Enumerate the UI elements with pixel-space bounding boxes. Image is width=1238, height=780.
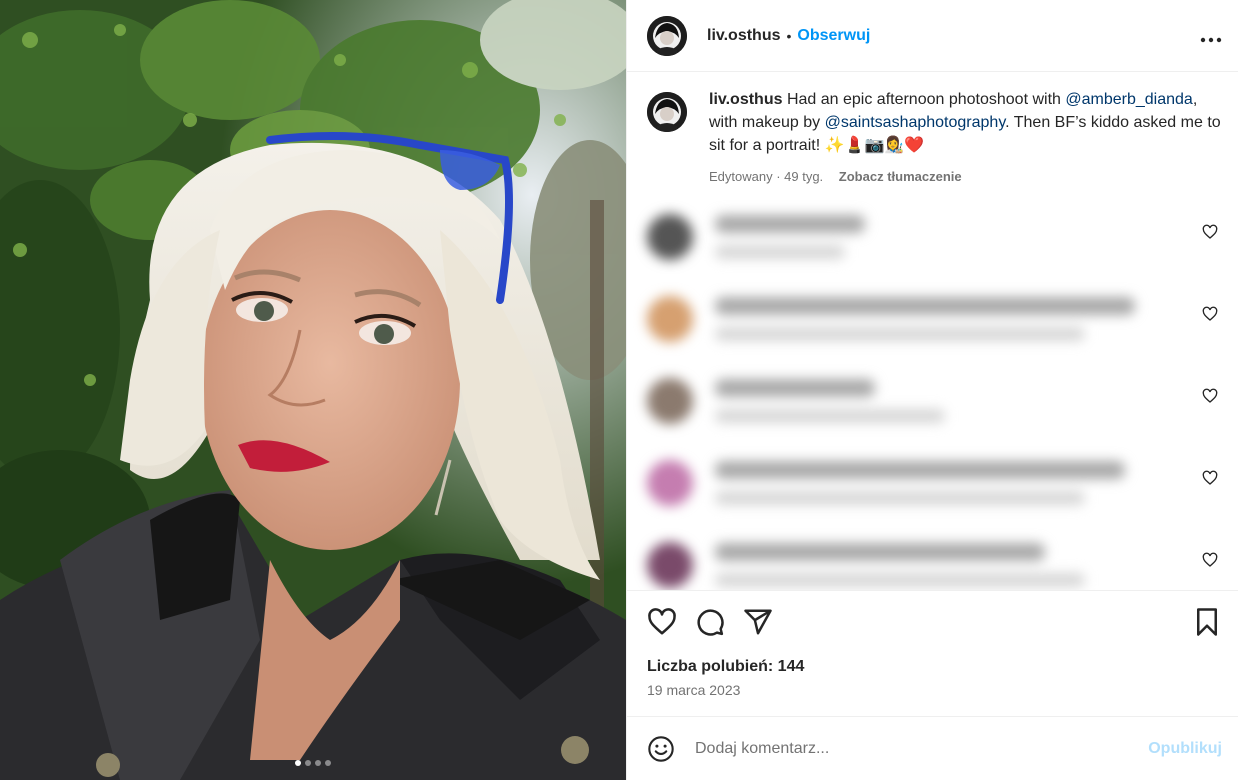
carousel-indicator bbox=[295, 760, 331, 766]
mention-link[interactable]: @amberb_dianda bbox=[1065, 91, 1192, 108]
comment-content bbox=[715, 215, 865, 259]
comment-row bbox=[647, 196, 1222, 278]
likes-count[interactable]: Liczba polubień: 144 bbox=[627, 652, 1238, 680]
comment-like-icon[interactable] bbox=[1202, 470, 1218, 491]
selfie-photo bbox=[0, 0, 626, 780]
comment-row bbox=[647, 278, 1222, 360]
separator: • bbox=[786, 27, 792, 44]
edited-timestamp: Edytowany · 49 tyg. bbox=[709, 169, 824, 184]
save-icon[interactable] bbox=[1192, 607, 1222, 637]
comment-like-icon[interactable] bbox=[1202, 552, 1218, 573]
comment-content bbox=[715, 461, 1125, 505]
comment-avatar[interactable] bbox=[647, 460, 693, 506]
share-icon[interactable] bbox=[743, 607, 773, 637]
username[interactable]: liv.osthus bbox=[707, 27, 781, 45]
comment-row bbox=[647, 442, 1222, 524]
post-image[interactable] bbox=[0, 0, 626, 780]
caption-body: liv.osthus Had an epic afternoon photosh… bbox=[709, 88, 1222, 188]
carousel-dot[interactable] bbox=[295, 760, 301, 766]
caption-text: Had an epic afternoon photoshoot with bbox=[786, 91, 1061, 108]
post-date: 19 marca 2023 bbox=[647, 682, 741, 698]
comment-icon[interactable] bbox=[695, 607, 725, 637]
comment-like-icon[interactable] bbox=[1202, 306, 1218, 327]
comment-like-icon[interactable] bbox=[1202, 388, 1218, 409]
caption-meta: Edytowany · 49 tyg. Zobacz tłumaczenie bbox=[709, 165, 1222, 188]
caption-emojis: ✨💄📷👩‍🎨❤️ bbox=[824, 137, 925, 154]
comment-avatar[interactable] bbox=[647, 378, 693, 424]
comment-content bbox=[715, 379, 945, 423]
comment-avatar[interactable] bbox=[647, 296, 693, 342]
post-sidebar: liv.osthus • Obserwuj liv.osthus Had an … bbox=[626, 0, 1238, 780]
like-icon[interactable] bbox=[647, 607, 677, 637]
comment-row bbox=[647, 524, 1222, 590]
comment-row bbox=[647, 360, 1222, 442]
carousel-dot[interactable] bbox=[305, 760, 311, 766]
comment-content bbox=[715, 297, 1135, 341]
comment-input[interactable] bbox=[695, 739, 1149, 758]
comment-avatar[interactable] bbox=[647, 214, 693, 260]
publish-button[interactable]: Opublikuj bbox=[1148, 740, 1222, 758]
follow-button[interactable]: Obserwuj bbox=[797, 27, 870, 45]
comment-list bbox=[647, 196, 1222, 590]
more-options-icon[interactable] bbox=[1200, 23, 1222, 49]
action-bar bbox=[627, 590, 1238, 652]
caption: liv.osthus Had an epic afternoon photosh… bbox=[647, 88, 1222, 188]
comment-content bbox=[715, 543, 1085, 587]
avatar[interactable] bbox=[647, 15, 687, 56]
caption-username[interactable]: liv.osthus bbox=[709, 91, 783, 108]
comments-area[interactable]: liv.osthus Had an epic afternoon photosh… bbox=[627, 72, 1238, 590]
comment-like-icon[interactable] bbox=[1202, 224, 1218, 245]
mention-link[interactable]: @saintsashaphotography bbox=[825, 114, 1006, 131]
carousel-dot[interactable] bbox=[315, 760, 321, 766]
carousel-dot[interactable] bbox=[325, 760, 331, 766]
instagram-post: liv.osthus • Obserwuj liv.osthus Had an … bbox=[0, 0, 1238, 780]
see-translation-link[interactable]: Zobacz tłumaczenie bbox=[839, 169, 962, 184]
comment-box: Opublikuj bbox=[627, 716, 1238, 780]
emoji-icon[interactable] bbox=[647, 735, 675, 763]
post-header: liv.osthus • Obserwuj bbox=[627, 0, 1238, 72]
comment-avatar[interactable] bbox=[647, 542, 693, 588]
avatar[interactable] bbox=[647, 92, 687, 132]
